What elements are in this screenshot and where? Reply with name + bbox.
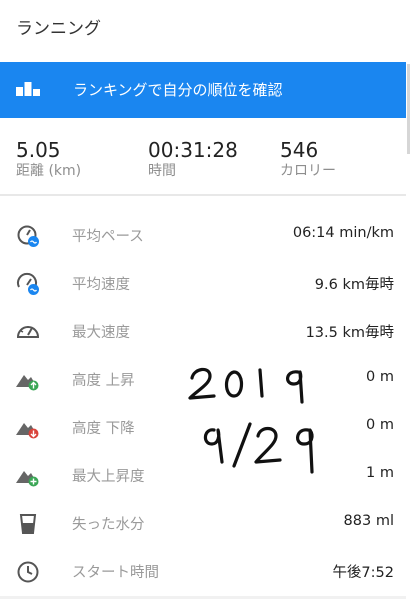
list-item-water-lost: 失った水分 883 ml — [0, 500, 410, 546]
list-item-max-speed: 最大速度 13.5 km毎時 — [0, 308, 410, 354]
clock-icon — [15, 559, 41, 585]
metric-value: 06:14 min/km — [292, 225, 394, 241]
metric-value: 883 ml — [343, 513, 394, 529]
podium-icon — [16, 80, 40, 100]
list-item-avg-speed: 平均速度 9.6 km毎時 — [0, 260, 410, 306]
ranking-banner-label: ランキングで自分の順位を確認 — [73, 81, 283, 99]
stat-distance-label: 距離 (km) — [16, 163, 82, 179]
page-title: ランニング — [16, 19, 101, 39]
list-item-elevation-gain: 高度 上昇 0 m — [0, 356, 410, 402]
metric-label: 高度 下降 — [72, 421, 135, 437]
stat-distance-value: 5.05 — [16, 138, 61, 162]
speedometer-icon — [15, 319, 41, 345]
divider — [0, 194, 406, 196]
stat-time-value: 00:31:28 — [148, 138, 238, 162]
list-item-elevation-loss: 高度 下降 0 m — [0, 404, 410, 450]
stat-time: 00:31:28 時間 — [148, 138, 238, 180]
metric-value: 0 m — [366, 417, 394, 433]
list-item-max-elevation: 最大上昇度 1 m — [0, 452, 410, 498]
list-item-avg-pace: 平均ペース 06:14 min/km — [0, 212, 410, 258]
metric-label: 高度 上昇 — [72, 373, 135, 389]
stat-calories: 546 カロリー — [280, 138, 336, 180]
stat-distance: 5.05 距離 (km) — [16, 138, 81, 180]
ranking-banner-button[interactable]: ランキングで自分の順位を確認 — [0, 62, 406, 118]
list-item-start-time: スタート時間 午後7:52 — [0, 548, 410, 594]
metric-label: 最大上昇度 — [72, 469, 145, 485]
metric-label: 最大速度 — [72, 325, 130, 341]
metric-label: 平均ペース — [72, 229, 144, 245]
mountain-up-icon — [15, 367, 41, 393]
metric-value: 0 m — [366, 369, 394, 385]
metric-label: 平均速度 — [72, 277, 130, 293]
metric-value: 9.6 km毎時 — [314, 277, 394, 293]
app-header: ランニング — [0, 0, 410, 60]
stat-time-label: 時間 — [148, 163, 176, 179]
metric-label: スタート時間 — [72, 565, 159, 581]
mountain-down-icon — [15, 415, 41, 441]
summary-stats: 5.05 距離 (km) 00:31:28 時間 546 カロリー — [0, 118, 406, 194]
mountain-max-icon — [15, 463, 41, 489]
metric-value: 13.5 km毎時 — [305, 325, 394, 341]
pace-gauge-icon — [15, 223, 41, 249]
stat-calories-label: カロリー — [280, 163, 336, 179]
speed-gauge-icon — [15, 271, 41, 297]
metric-value: 1 m — [366, 465, 394, 481]
stat-calories-value: 546 — [280, 138, 319, 162]
water-glass-icon — [15, 511, 41, 537]
metric-value: 午後7:52 — [332, 565, 394, 581]
metric-label: 失った水分 — [72, 517, 145, 533]
